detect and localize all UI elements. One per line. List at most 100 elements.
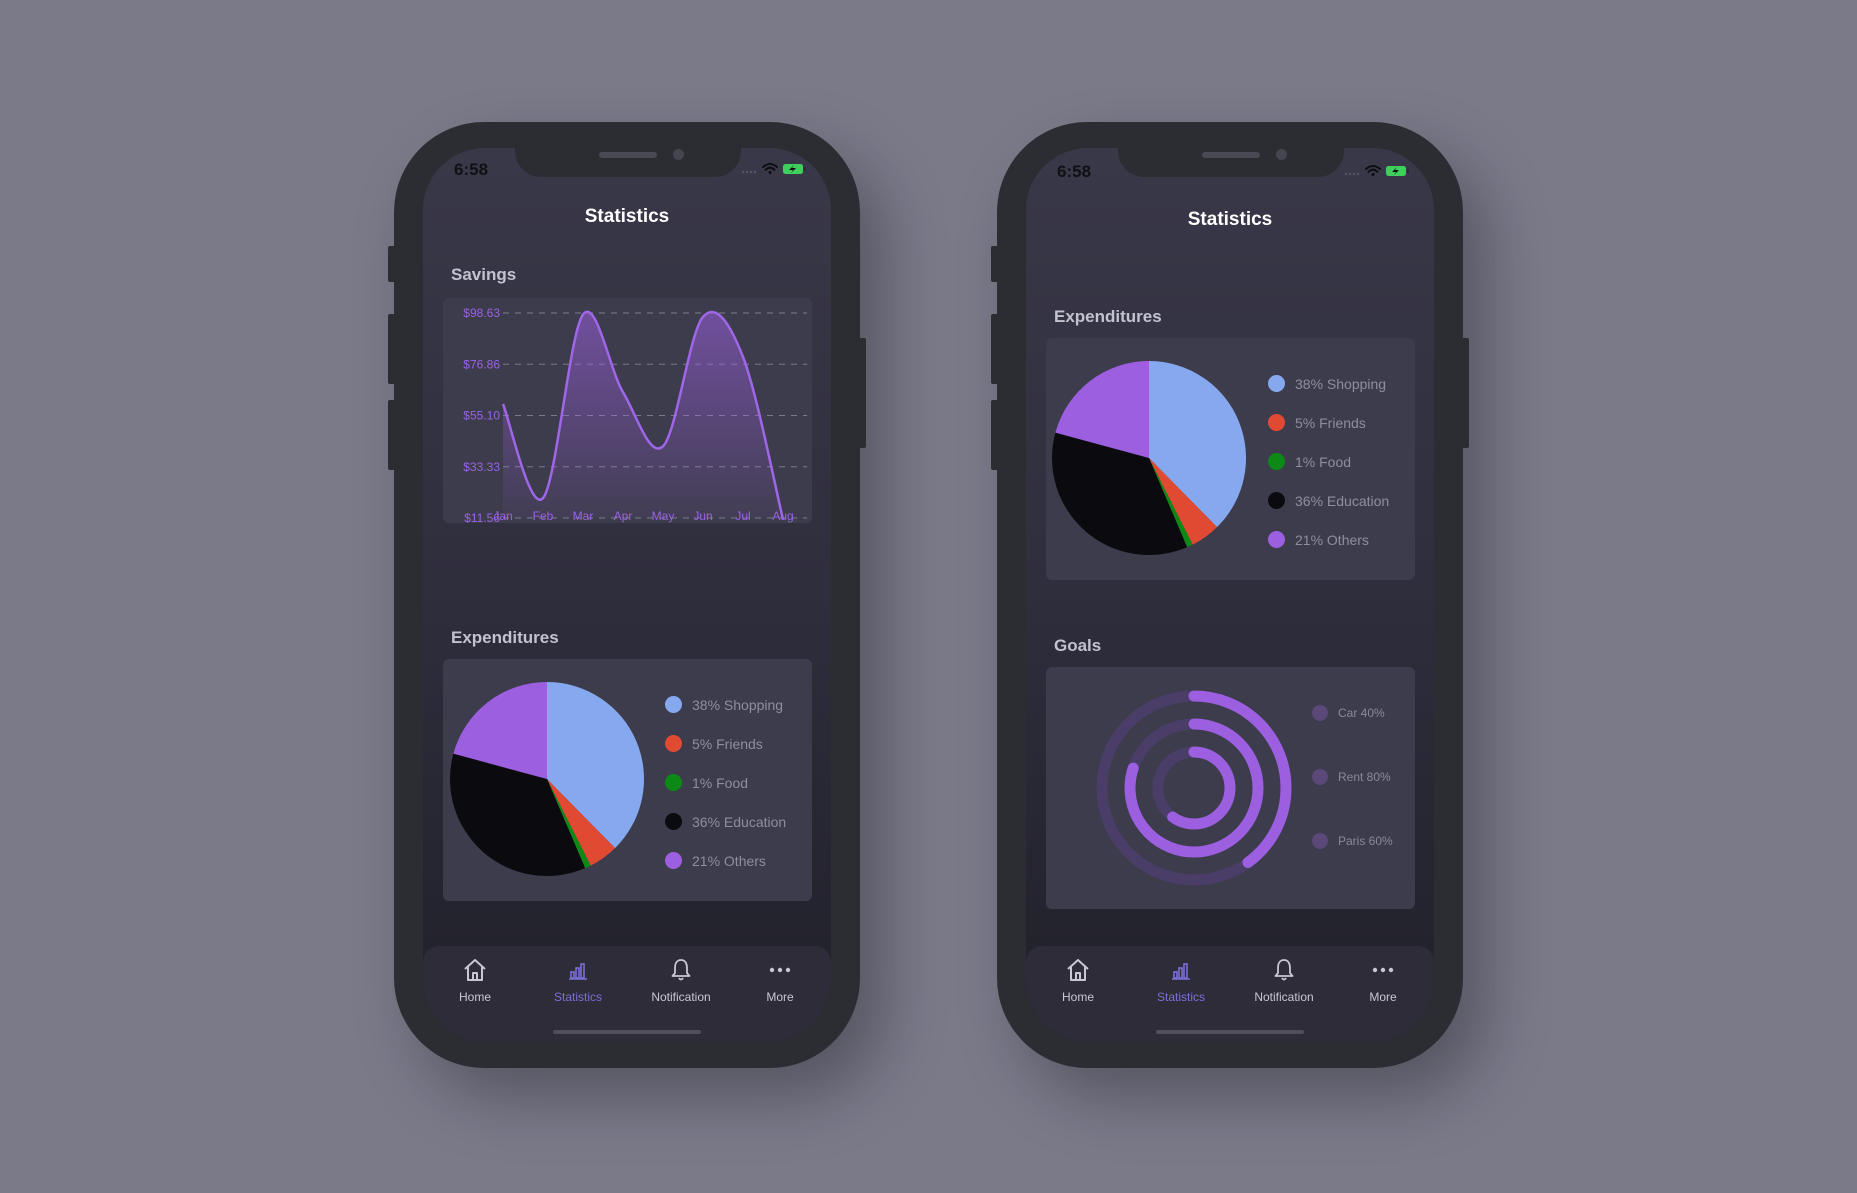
- others-dot: [665, 852, 682, 869]
- tab-bar: Home Statistics Notification More: [423, 946, 831, 1042]
- bell-icon: [671, 959, 691, 981]
- screen: 6:58 Statistics Expenditures 38% Shoppin…: [1026, 148, 1434, 1042]
- status-time: 6:58: [1057, 162, 1092, 181]
- education-dot: [665, 813, 682, 830]
- volume-up-button: [991, 314, 999, 384]
- tab-label: More: [766, 990, 794, 1004]
- tab-label: Statistics: [1156, 990, 1205, 1004]
- speaker: [599, 152, 657, 158]
- expenditures-legend: 38% Shopping 5% Friends 1% Food 36% Educ…: [1268, 364, 1389, 559]
- tab-label: Notification: [1254, 990, 1314, 1004]
- notch: [1118, 148, 1344, 177]
- shopping-dot: [665, 696, 682, 713]
- legend-item-food: 1% Food: [665, 763, 786, 802]
- legend-label: 36% Education: [1295, 492, 1390, 509]
- home-icon: [464, 959, 486, 981]
- goal-label: Rent 80%: [1338, 770, 1391, 784]
- bar-chart-icon: [1172, 963, 1190, 980]
- goal-item-car: Car 40%: [1312, 705, 1393, 769]
- savings-card: $98.63$76.86$55.10$33.33$11.56 JanFebMar…: [443, 298, 812, 525]
- goal-dot: [1312, 769, 1328, 785]
- legend-label: 21% Others: [1295, 531, 1369, 548]
- more-dots-icon: [1372, 967, 1394, 973]
- legend-item-others: 21% Others: [665, 841, 786, 880]
- camera: [673, 149, 684, 160]
- y-tick-label: $76.86: [463, 357, 500, 371]
- education-dot: [1268, 492, 1285, 509]
- legend-label: 1% Food: [1295, 453, 1352, 470]
- expenditures-legend: 38% Shopping 5% Friends 1% Food 36% Educ…: [665, 685, 786, 880]
- expenditures-label: Expenditures: [1054, 307, 1162, 326]
- goal-dot: [1312, 705, 1328, 721]
- page-title: Statistics: [1187, 209, 1273, 230]
- tab-more[interactable]: More: [1333, 956, 1433, 1004]
- tab-notification[interactable]: Notification: [631, 956, 731, 1004]
- tab-statistics[interactable]: Statistics: [528, 956, 628, 1004]
- phone-left: 6:58 Statistics Savings $98.63 $76.86 $5…: [388, 122, 866, 1068]
- bar-chart-icon: [569, 963, 587, 980]
- y-tick-label: $33.33: [463, 460, 500, 474]
- page-title: Statistics: [584, 206, 670, 227]
- home-indicator: [1156, 1030, 1304, 1034]
- legend-item-shopping: 38% Shopping: [1268, 364, 1389, 403]
- bell-icon: [1274, 959, 1294, 981]
- savings-chart: $98.63$76.86$55.10$33.33$11.56 JanFebMar…: [463, 306, 807, 525]
- camera: [1276, 149, 1287, 160]
- power-button: [858, 338, 866, 448]
- shopping-dot: [1268, 375, 1285, 392]
- food-dot: [1268, 453, 1285, 470]
- expenditures-card: 38% Shopping 5% Friends 1% Food 36% Educ…: [443, 659, 812, 901]
- legend-label: 38% Shopping: [1295, 375, 1387, 392]
- legend-label: 36% Education: [692, 813, 787, 830]
- phone-right: 6:58 Statistics Expenditures 38% Shoppin…: [991, 122, 1469, 1068]
- goal-label: Paris 60%: [1338, 834, 1393, 848]
- friends-dot: [1268, 414, 1285, 431]
- more-dots-icon: [769, 967, 791, 973]
- tab-home[interactable]: Home: [425, 956, 525, 1004]
- expenditures-label: Expenditures: [451, 628, 559, 647]
- legend-item-friends: 5% Friends: [1268, 403, 1389, 442]
- goal-dot: [1312, 833, 1328, 849]
- goals-label: Goals: [1054, 636, 1102, 655]
- speaker: [1202, 152, 1260, 158]
- battery-icon: [1386, 166, 1409, 176]
- y-tick-label: $98.63: [463, 306, 500, 320]
- status-icons: [741, 162, 811, 181]
- goal-item-rent: Rent 80%: [1312, 769, 1393, 833]
- legend-label: 38% Shopping: [692, 696, 784, 713]
- volume-up-button: [388, 314, 396, 384]
- mute-switch: [991, 246, 999, 282]
- tab-home[interactable]: Home: [1028, 956, 1128, 1004]
- goal-label: Car 40%: [1338, 706, 1385, 720]
- status-time: 6:58: [454, 160, 489, 179]
- tab-more[interactable]: More: [730, 956, 830, 1004]
- legend-label: 5% Friends: [1295, 414, 1366, 431]
- signal-icon: [1344, 172, 1360, 176]
- savings-label: Savings: [451, 265, 517, 284]
- legend-label: 1% Food: [692, 774, 749, 791]
- y-tick-label: $55.10: [463, 409, 500, 423]
- others-dot: [1268, 531, 1285, 548]
- tab-notification[interactable]: Notification: [1234, 956, 1334, 1004]
- home-indicator: [553, 1030, 701, 1034]
- volume-down-button: [991, 400, 999, 470]
- volume-down-button: [388, 400, 396, 470]
- tab-statistics[interactable]: Statistics: [1131, 956, 1231, 1004]
- tab-label: Statistics: [553, 990, 602, 1004]
- legend-item-shopping: 38% Shopping: [665, 685, 786, 724]
- goal-item-paris: Paris 60%: [1312, 833, 1393, 897]
- status-icons: [1344, 164, 1414, 183]
- battery-icon: [783, 164, 806, 174]
- legend-item-education: 36% Education: [665, 802, 786, 841]
- mute-switch: [388, 246, 396, 282]
- goals-legend: Car 40% Rent 80% Paris 60%: [1312, 705, 1393, 897]
- expenditures-card: 38% Shopping 5% Friends 1% Food 36% Educ…: [1046, 338, 1415, 580]
- signal-icon: [741, 170, 757, 174]
- screen: 6:58 Statistics Savings $98.63 $76.86 $5…: [423, 148, 831, 1042]
- tab-label: More: [1369, 990, 1397, 1004]
- notch: [515, 148, 741, 177]
- wifi-icon: [762, 163, 778, 174]
- legend-item-friends: 5% Friends: [665, 724, 786, 763]
- legend-label: 5% Friends: [692, 735, 763, 752]
- power-button: [1461, 338, 1469, 448]
